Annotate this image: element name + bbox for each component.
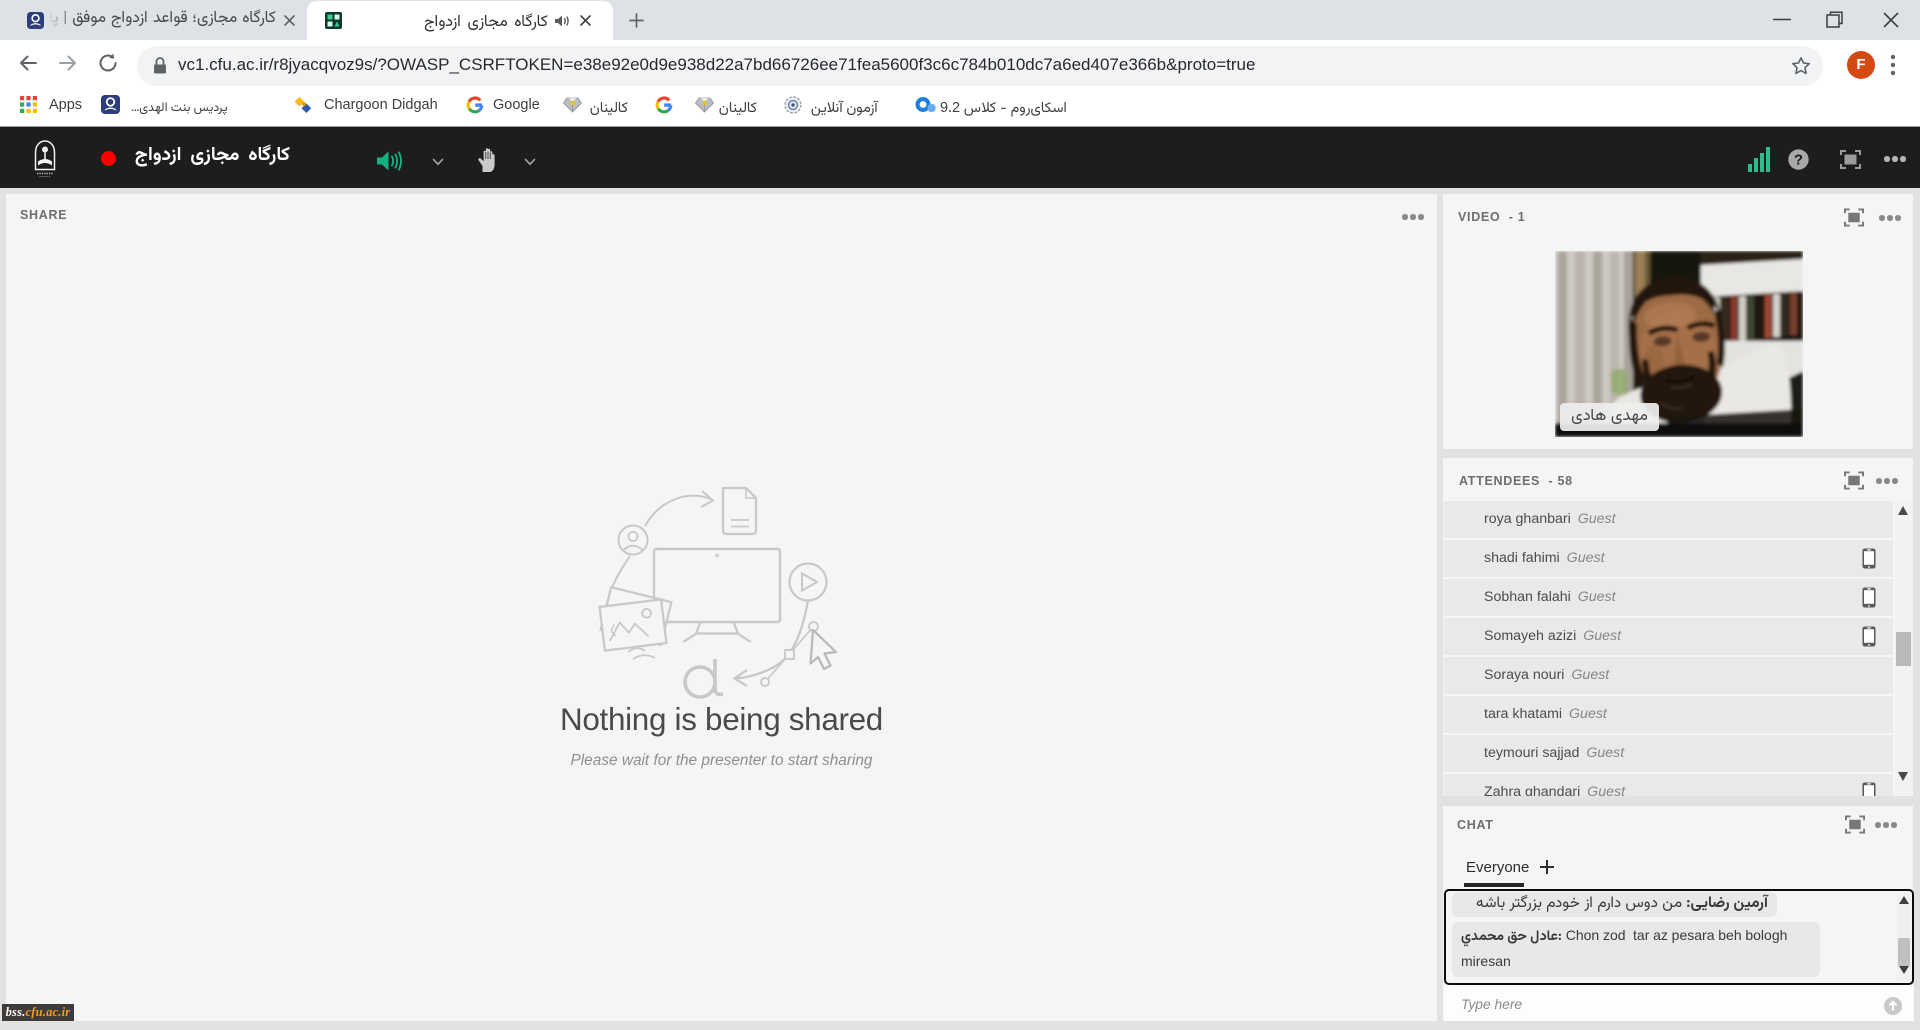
svg-text:?: ? — [1794, 152, 1803, 169]
